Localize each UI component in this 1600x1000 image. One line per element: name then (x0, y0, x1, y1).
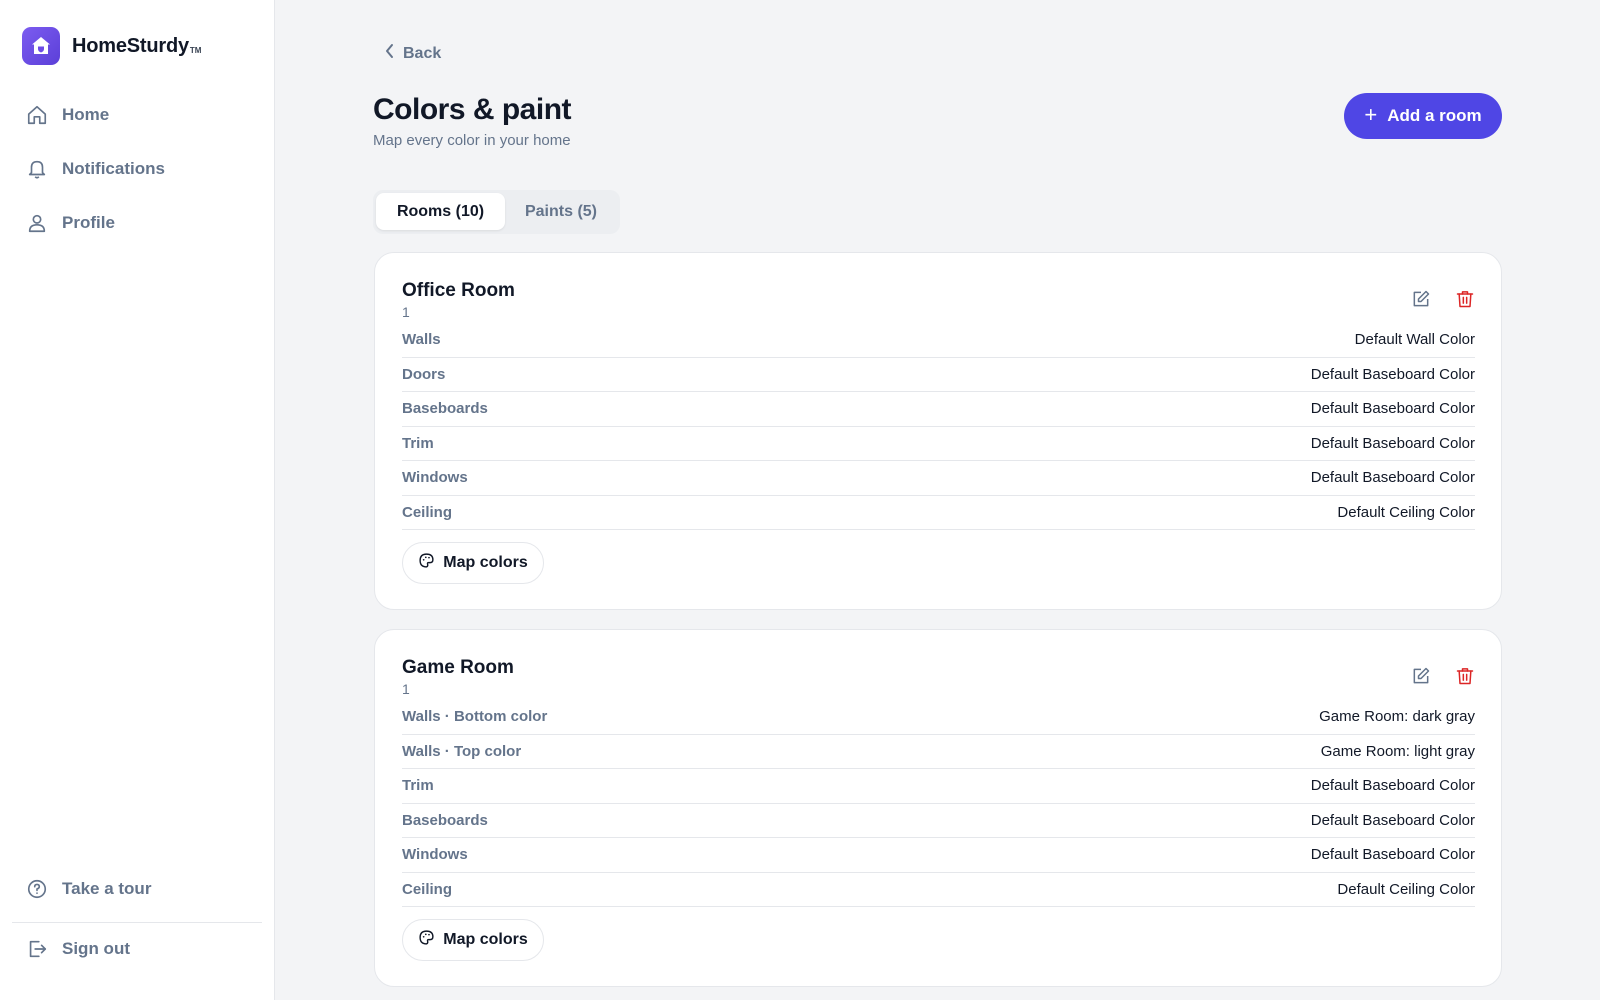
nav-label-sign-out: Sign out (62, 939, 130, 958)
room-name: Game Room (402, 657, 514, 678)
edit-icon[interactable] (1409, 664, 1433, 688)
surface-label: Walls · Bottom color (402, 708, 548, 726)
table-row[interactable]: Windows Default Baseboard Color (402, 838, 1475, 873)
color-value: Default Ceiling Color (1337, 503, 1475, 521)
map-colors-button[interactable]: Map colors (402, 919, 544, 961)
palette-icon (418, 552, 435, 574)
table-row[interactable]: Doors Default Baseboard Color (402, 358, 1475, 392)
color-value: Default Baseboard Color (1310, 846, 1475, 864)
color-value: Default Wall Color (1354, 331, 1475, 349)
tab-bar: Rooms (10) Paints (5) (373, 190, 620, 234)
map-colors-label: Map colors (443, 931, 528, 948)
add-room-button[interactable]: + Add a room (1344, 93, 1502, 139)
nav-item-take-a-tour[interactable]: Take a tour (26, 878, 151, 900)
chevron-left-icon (384, 43, 396, 64)
nav-label-take-a-tour: Take a tour (62, 879, 152, 898)
room-card-office: Office Room 1 Walls Default Wall Color Do… (374, 252, 1502, 610)
table-row[interactable]: Ceiling Default Ceiling Color (402, 496, 1475, 530)
palette-icon (418, 929, 435, 951)
page-title: Colors & paint (373, 93, 572, 126)
color-value: Default Baseboard Color (1310, 434, 1475, 452)
tab-rooms[interactable]: Rooms (10) (376, 193, 505, 230)
surface-label: Trim (402, 777, 434, 795)
nav-label-notifications: Notifications (62, 159, 165, 178)
edit-icon[interactable] (1409, 287, 1433, 311)
surface-label: Trim (402, 434, 434, 452)
sidebar: HomeSturdy TM Home Notifications Profile… (0, 0, 275, 1000)
help-circle-icon (26, 878, 48, 900)
map-colors-button[interactable]: Map colors (402, 542, 544, 584)
tab-paints[interactable]: Paints (5) (505, 193, 617, 230)
room-sub: 1 (402, 681, 410, 697)
table-row[interactable]: Baseboards Default Baseboard Color (402, 392, 1475, 427)
surface-label: Ceiling (402, 503, 453, 521)
trash-icon[interactable] (1453, 287, 1477, 311)
nav-label-home: Home (62, 105, 110, 124)
card-actions (1409, 664, 1477, 688)
table-row[interactable]: Walls · Top color Game Room: light gray (402, 735, 1475, 769)
room-card-game: Game Room 1 Walls · Bottom color Game Roo… (374, 629, 1502, 987)
color-value: Default Baseboard Color (1310, 777, 1475, 795)
nav-item-notifications[interactable]: Notifications (26, 158, 165, 180)
table-row[interactable]: Walls · Bottom color Game Room: dark gray (402, 700, 1475, 735)
color-value: Default Ceiling Color (1337, 880, 1475, 898)
card-actions (1409, 287, 1477, 311)
color-value: Default Baseboard Color (1310, 811, 1475, 829)
app-name: HomeSturdy (72, 34, 189, 57)
color-rows: Walls · Bottom color Game Room: dark gray… (402, 700, 1475, 907)
color-value: Game Room: dark gray (1319, 708, 1475, 726)
page-subtitle: Map every color in your home (373, 132, 571, 149)
surface-label: Doors (402, 365, 446, 383)
surface-label: Walls · Top color (402, 742, 522, 760)
color-value: Default Baseboard Color (1310, 469, 1475, 487)
surface-label: Windows (402, 846, 468, 864)
app-logo[interactable]: HomeSturdy TM (22, 27, 201, 65)
back-label: Back (403, 44, 442, 62)
house-logo-icon (22, 27, 60, 65)
trash-icon[interactable] (1453, 664, 1477, 688)
nav-item-profile[interactable]: Profile (26, 212, 115, 234)
color-value: Default Baseboard Color (1310, 365, 1475, 383)
add-room-label: Add a room (1387, 106, 1482, 125)
color-rows: Walls Default Wall Color Doors Default Bas… (402, 323, 1475, 530)
table-row[interactable]: Trim Default Baseboard Color (402, 427, 1475, 461)
plus-icon: + (1364, 102, 1378, 127)
nav-item-home[interactable]: Home (26, 104, 109, 126)
surface-label: Baseboards (402, 811, 488, 829)
table-row[interactable]: Walls Default Wall Color (402, 323, 1475, 358)
surface-label: Ceiling (402, 880, 453, 898)
user-icon (26, 212, 48, 234)
sign-out-icon (26, 938, 48, 960)
table-row[interactable]: Trim Default Baseboard Color (402, 769, 1475, 804)
nav-label-profile: Profile (62, 213, 115, 232)
room-sub: 1 (402, 304, 410, 320)
table-row[interactable]: Ceiling Default Ceiling Color (402, 873, 1475, 907)
surface-label: Walls (402, 331, 441, 349)
table-row[interactable]: Baseboards Default Baseboard Color (402, 804, 1475, 838)
table-row[interactable]: Windows Default Baseboard Color (402, 461, 1475, 496)
home-icon (26, 104, 48, 126)
surface-label: Windows (402, 469, 468, 487)
nav-item-sign-out[interactable]: Sign out (26, 938, 130, 960)
bell-icon (26, 158, 48, 180)
color-value: Game Room: light gray (1320, 742, 1475, 760)
room-name: Office Room (402, 280, 515, 301)
trademark-mark: TM (189, 45, 202, 55)
color-value: Default Baseboard Color (1310, 400, 1475, 418)
surface-label: Baseboards (402, 400, 488, 418)
map-colors-label: Map colors (443, 554, 528, 571)
back-link[interactable]: Back (384, 43, 441, 64)
sidebar-divider (12, 922, 262, 923)
